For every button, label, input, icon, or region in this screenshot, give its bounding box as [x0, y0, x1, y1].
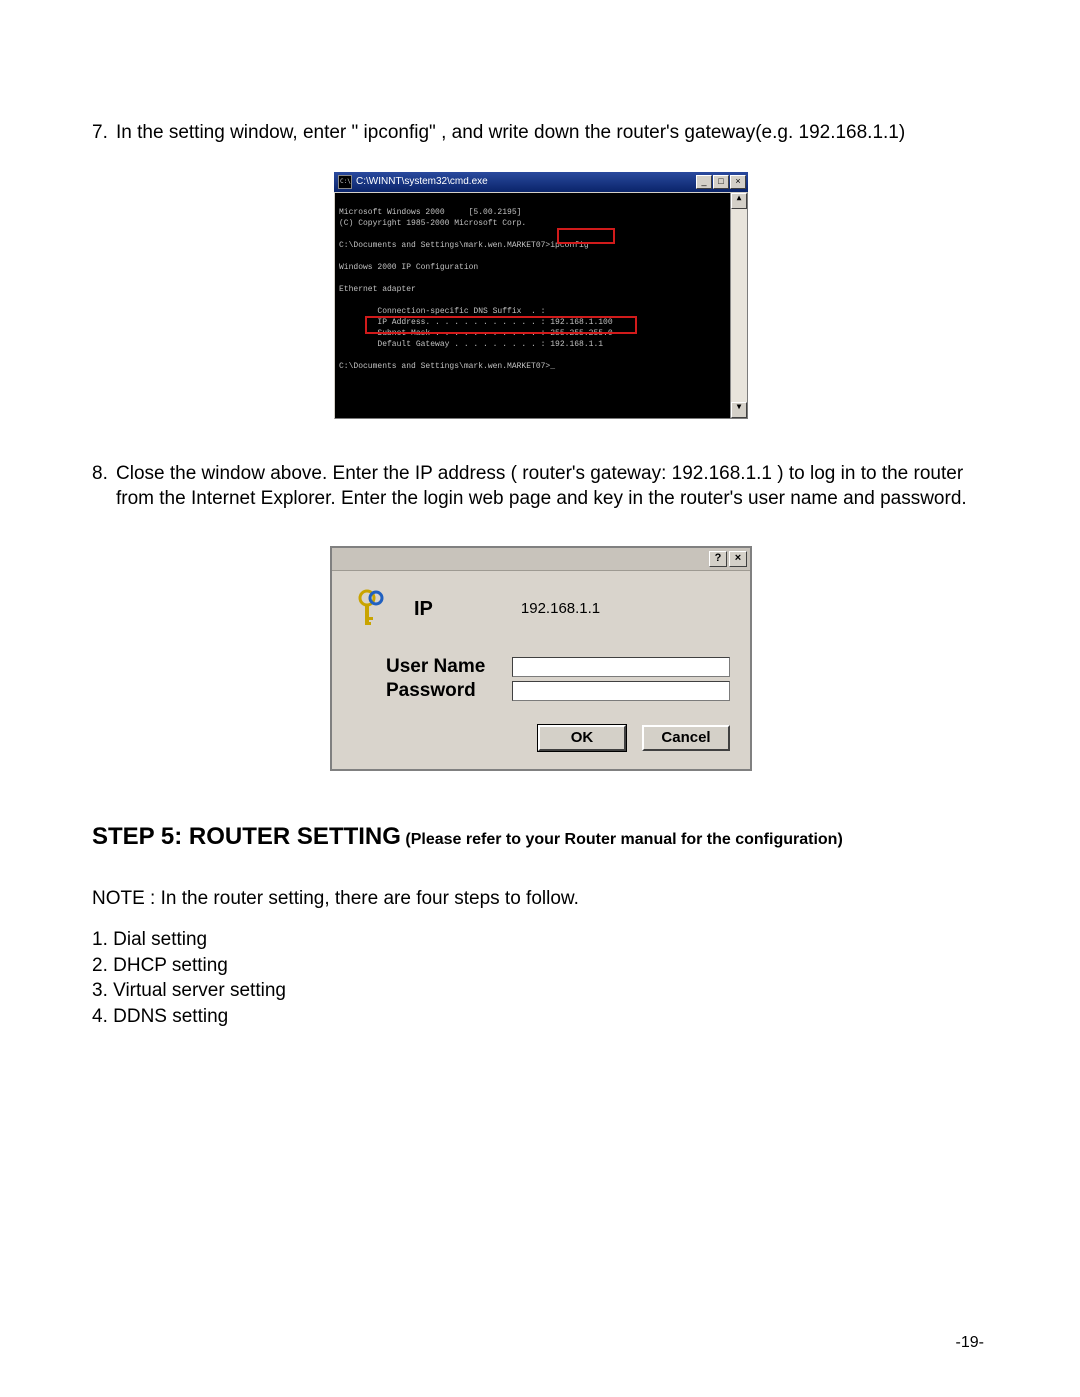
page-number: -19-: [956, 1335, 984, 1351]
help-button[interactable]: ?: [709, 551, 727, 567]
router-step-2: 2. DHCP setting: [92, 953, 990, 979]
key-icon: [356, 589, 390, 629]
step-8-number: 8.: [92, 461, 116, 512]
username-input[interactable]: [512, 657, 730, 677]
cmd-line: Ethernet adapter: [339, 285, 416, 294]
step-8: 8. Close the window above. Enter the IP …: [92, 461, 990, 512]
router-steps-list: 1. Dial setting 2. DHCP setting 3. Virtu…: [92, 927, 990, 1030]
step-7: 7. In the setting window, enter " ipconf…: [92, 120, 990, 146]
ip-value: 192.168.1.1: [521, 601, 600, 616]
note-text: NOTE : In the router setting, there are …: [92, 886, 990, 912]
close-button[interactable]: ×: [730, 175, 746, 189]
cmd-line: C:\Documents and Settings\mark.wen.MARKE…: [339, 241, 550, 250]
minimize-button[interactable]: _: [696, 175, 712, 189]
cmd-line: Subnet Mask . . . . . . . . . . . : 255.…: [339, 329, 613, 338]
cmd-output: Microsoft Windows 2000 [5.00.2195] (C) C…: [335, 193, 730, 418]
cmd-titlebar: C:\WINNT\system32\cmd.exe _ □ ×: [334, 172, 748, 192]
cmd-line: C:\Documents and Settings\mark.wen.MARKE…: [339, 362, 555, 371]
document-page: 7. In the setting window, enter " ipconf…: [0, 0, 1080, 1397]
cancel-button[interactable]: Cancel: [642, 725, 730, 751]
scroll-up-icon[interactable]: ▲: [731, 193, 747, 209]
cmd-line: Connection-specific DNS Suffix . :: [339, 307, 545, 316]
cmd-window: C:\WINNT\system32\cmd.exe _ □ × Microsof…: [334, 172, 748, 419]
cmd-line: Microsoft Windows 2000 [5.00.2195]: [339, 208, 521, 217]
close-button[interactable]: ×: [729, 551, 747, 567]
cmd-scrollbar[interactable]: ▲ ▼: [730, 193, 747, 418]
cmd-line: IP Address. . . . . . . . . . . . : 192.…: [339, 318, 613, 327]
step-5-subtitle: (Please refer to your Router manual for …: [401, 831, 843, 848]
step-5-heading: STEP 5: ROUTER SETTING (Please refer to …: [92, 825, 990, 852]
router-step-3: 3. Virtual server setting: [92, 978, 990, 1004]
cmd-line: Windows 2000 IP Configuration: [339, 263, 478, 272]
cmd-icon: [338, 175, 352, 189]
ip-label: IP: [414, 599, 433, 619]
cmd-line: (C) Copyright 1985-2000 Microsoft Corp.: [339, 219, 526, 228]
cmd-ipconfig: ipconfig: [550, 241, 588, 250]
router-step-4: 4. DDNS setting: [92, 1004, 990, 1030]
password-label: Password: [356, 681, 512, 700]
step-7-number: 7.: [92, 120, 116, 146]
login-titlebar: ? ×: [332, 548, 750, 571]
maximize-button[interactable]: □: [713, 175, 729, 189]
cmd-line: Default Gateway . . . . . . . . . : 192.…: [339, 340, 603, 349]
scroll-down-icon[interactable]: ▼: [731, 402, 747, 418]
password-input[interactable]: [512, 681, 730, 701]
step-5-title: STEP 5: ROUTER SETTING: [92, 823, 401, 850]
ok-button[interactable]: OK: [538, 725, 626, 751]
username-label: User Name: [356, 657, 512, 676]
login-dialog: ? × IP 192.168.1.1 User Name: [330, 546, 752, 771]
step-8-text: Close the window above. Enter the IP add…: [116, 461, 990, 512]
scroll-track[interactable]: [731, 209, 747, 402]
router-step-1: 1. Dial setting: [92, 927, 990, 953]
step-7-text: In the setting window, enter " ipconfig"…: [116, 120, 990, 146]
cmd-title: C:\WINNT\system32\cmd.exe: [356, 177, 696, 187]
